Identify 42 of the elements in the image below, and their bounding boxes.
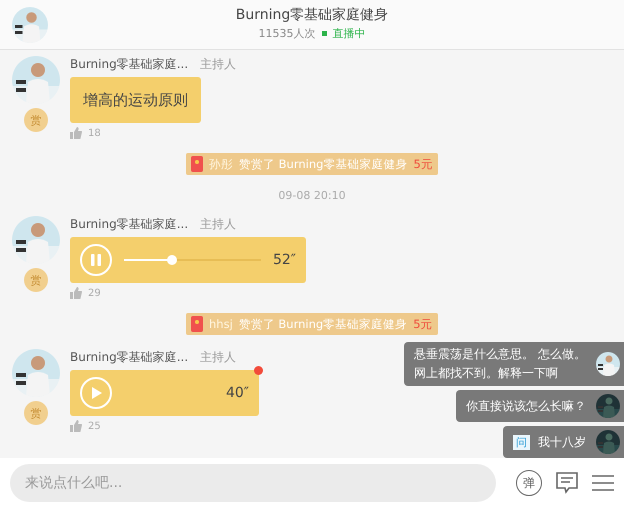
play-icon[interactable] [80, 377, 112, 409]
danmaku-text: 你直接说该怎么长嘛？ [466, 398, 586, 414]
sender-name: Burning零基础家庭... [70, 349, 188, 366]
role-label: 主持人 [200, 349, 236, 366]
role-label: 主持人 [200, 216, 236, 233]
duration: 40″ [226, 385, 249, 401]
thumbs-up-icon[interactable] [70, 287, 82, 299]
envelope-icon [191, 316, 203, 332]
avatar [12, 349, 60, 397]
user-avatar [596, 430, 620, 454]
danmaku-text: 问 我十八岁 [513, 434, 586, 450]
live-status: 直播中 [332, 26, 366, 41]
host-avatar [12, 6, 48, 42]
like-count: 18 [88, 128, 101, 138]
danmaku-button[interactable]: 弹 [516, 470, 542, 496]
voice-message[interactable]: 52″ [70, 237, 306, 283]
gift-notice: hhsj 赞赏了 Burning零基础家庭健身 5元 [186, 313, 438, 335]
gift-notice: 孙彤 赞赏了 Burning零基础家庭健身 5元 [186, 153, 438, 175]
pause-icon[interactable] [80, 244, 112, 276]
message-bubble: 增高的运动原则 [70, 77, 201, 123]
danmaku-text: 悬垂震荡是什么意思。 怎么做。 [414, 346, 586, 363]
danmaku-text: 网上都找不到。解释一下啊 [414, 365, 560, 382]
comment-input[interactable]: 来说点什么吧... [10, 464, 496, 502]
avatar [12, 56, 60, 104]
question-badge: 问 [513, 434, 530, 450]
user-avatar [596, 394, 620, 418]
user-avatar [596, 352, 620, 376]
envelope-icon [191, 156, 203, 172]
timestamp: 09-08 20:10 [278, 189, 346, 202]
menu-icon[interactable] [592, 473, 614, 493]
thumbs-up-icon[interactable] [70, 127, 82, 139]
sender-name: Burning零基础家庭... [70, 216, 188, 233]
avatar [12, 216, 60, 264]
channel-title: Burning零基础家庭健身 [236, 6, 388, 24]
role-label: 主持人 [200, 56, 236, 73]
sender-name: Burning零基础家庭... [70, 56, 188, 73]
comment-icon[interactable] [554, 470, 580, 496]
like-count: 29 [88, 288, 101, 298]
like-count: 25 [88, 420, 101, 432]
duration: 52″ [272, 252, 296, 268]
viewer-count: 11535人次 [258, 26, 316, 41]
thumbs-up-icon[interactable] [70, 420, 82, 432]
